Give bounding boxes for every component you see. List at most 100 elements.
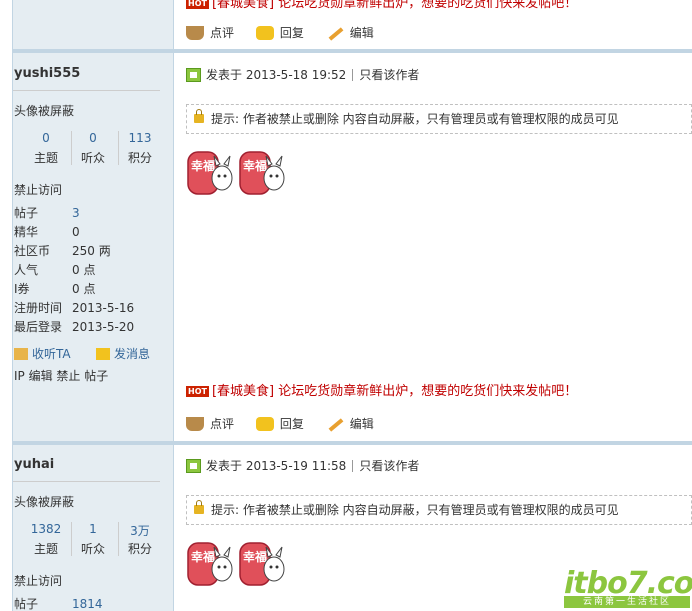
admin-links[interactable]: IP 编辑 禁止 帖子	[14, 367, 108, 386]
field-popularity: 人气 0 点	[14, 261, 95, 280]
field-posts: 帖子 1814	[14, 595, 103, 611]
prev-post-sidebar	[13, 0, 173, 49]
reply-bubble-icon	[255, 417, 274, 431]
author-only-link[interactable]: 只看该作者	[359, 68, 419, 82]
user-group[interactable]: 禁止访问	[14, 572, 62, 591]
edit-button[interactable]: 编辑	[326, 415, 374, 432]
sidebar-divider	[13, 90, 160, 91]
post-time: 发表于 2013-5-18 19:52	[206, 68, 347, 82]
field-coins: 社区币 250 两	[14, 242, 111, 261]
emoji-sticker: 幸福	[187, 151, 233, 195]
stat-threads-value[interactable]: 0	[26, 131, 66, 145]
stat-divider	[71, 522, 72, 556]
hot-link-text[interactable]: [春城美食] 论坛吃货勋章新鲜出炉，想要的吃货们快来发帖吧！	[212, 384, 577, 399]
stat-points-label: 积分	[127, 542, 152, 556]
field-label: 人气	[14, 263, 39, 277]
edit-label[interactable]: 编辑	[350, 417, 374, 431]
hot-link-prev[interactable]: HOT [春城美食] 论坛吃货勋章新鲜出炉，想要的吃货们快来发帖吧！	[186, 0, 577, 11]
field-register-time: 注册时间 2013-5-16	[14, 299, 134, 318]
author-name[interactable]: yuhai	[14, 457, 54, 472]
sticker-text: 幸福	[243, 549, 267, 564]
reply-button[interactable]: 回复	[255, 415, 304, 432]
stat-followers-label: 听众	[80, 151, 105, 165]
blocked-notice: 提示: 作者被禁止或删除 内容自动屏蔽，只有管理员或有管理权限的成员可见	[186, 104, 692, 134]
stat-followers-label: 听众	[80, 542, 105, 556]
field-last-login: 最后登录 2013-5-20	[14, 318, 134, 337]
stat-points-value[interactable]: 3万	[120, 522, 160, 539]
edit-button[interactable]: 编辑	[326, 24, 374, 41]
reply-label[interactable]: 回复	[280, 26, 304, 40]
hot-link[interactable]: HOT [春城美食] 论坛吃货勋章新鲜出炉，想要的吃货们快来发帖吧！	[186, 380, 577, 399]
author-name[interactable]: yushi555	[14, 66, 80, 81]
edit-label[interactable]: 编辑	[350, 26, 374, 40]
forum-thread: HOT [春城美食] 论坛吃货勋章新鲜出炉，想要的吃货们快来发帖吧！ 点评 回复 …	[0, 0, 692, 611]
comment-button[interactable]: 点评	[186, 415, 234, 432]
stat-threads-label: 主题	[33, 151, 58, 165]
pencil-icon	[326, 26, 344, 40]
hot-badge: HOT	[186, 0, 209, 9]
column-divider	[173, 0, 174, 49]
lock-icon	[194, 109, 204, 123]
comment-label[interactable]: 点评	[210, 417, 234, 431]
field-value-link[interactable]: 1814	[72, 597, 103, 611]
stat-points-value[interactable]: 113	[120, 131, 160, 145]
watermark-sub: 云南第一生活社区	[564, 596, 690, 608]
notice-text: 提示: 作者被禁止或删除 内容自动屏蔽，只有管理员或有管理权限的成员可见	[211, 112, 619, 126]
hot-badge: HOT	[186, 386, 209, 397]
author-only-link[interactable]: 只看该作者	[359, 459, 419, 473]
sticker-text: 幸福	[243, 158, 267, 173]
message-button[interactable]: 发消息	[96, 345, 150, 362]
coffee-cup-icon	[186, 26, 204, 40]
sticker-text: 幸福	[191, 158, 215, 173]
emoji-sticker: 幸福	[187, 542, 233, 586]
comment-button[interactable]: 点评	[186, 24, 234, 41]
user-group[interactable]: 禁止访问	[14, 181, 62, 200]
column-divider	[173, 445, 174, 611]
stat-followers-value[interactable]: 0	[73, 131, 113, 145]
field-digest: 精华 0	[14, 223, 80, 242]
message-icon	[96, 348, 110, 360]
stat-divider	[118, 522, 119, 556]
notice-text: 提示: 作者被禁止或删除 内容自动屏蔽，只有管理员或有管理权限的成员可见	[211, 503, 619, 517]
field-label: 帖子	[14, 206, 39, 220]
field-label: I券	[14, 282, 30, 296]
blocked-notice: 提示: 作者被禁止或删除 内容自动屏蔽，只有管理员或有管理权限的成员可见	[186, 495, 692, 525]
reply-bubble-icon	[255, 26, 274, 40]
field-value: 250 两	[72, 244, 111, 258]
meta-divider	[352, 69, 354, 81]
follow-label[interactable]: 收听TA	[32, 347, 71, 361]
sidebar-divider	[13, 481, 160, 482]
stat-divider	[118, 131, 119, 165]
emoji-sticker: 幸福	[239, 542, 285, 586]
post-actions-prev: 点评 回复 编辑	[186, 24, 392, 41]
field-label: 精华	[14, 225, 39, 239]
meta-divider	[352, 460, 354, 472]
follow-button[interactable]: 收听TA	[14, 345, 71, 362]
lock-icon	[194, 500, 204, 514]
field-value-link[interactable]: 3	[72, 206, 80, 220]
field-value: 2013-5-16	[72, 301, 135, 315]
reply-label[interactable]: 回复	[280, 417, 304, 431]
emoji-sticker: 幸福	[239, 151, 285, 195]
avatar-blocked-text: 头像被屏蔽	[14, 104, 75, 118]
field-value: 2013-5-20	[72, 320, 135, 334]
message-label[interactable]: 发消息	[114, 347, 150, 361]
hot-link-text[interactable]: [春城美食] 论坛吃货勋章新鲜出炉，想要的吃货们快来发帖吧！	[212, 0, 577, 11]
column-divider	[173, 53, 174, 441]
field-value: 0 点	[72, 282, 96, 296]
field-posts: 帖子 3	[14, 204, 80, 223]
field-label: 帖子	[14, 597, 39, 611]
stat-followers-value[interactable]: 1	[73, 522, 113, 536]
stat-threads-value[interactable]: 1382	[26, 522, 66, 536]
stat-threads-label: 主题	[33, 542, 58, 556]
coffee-cup-icon	[186, 417, 204, 431]
post-time: 发表于 2013-5-19 11:58	[206, 459, 347, 473]
site-watermark-logo: itbo7.com 云南第一生活社区	[564, 566, 692, 610]
post-status-icon	[186, 68, 201, 82]
post-actions: 点评 回复 编辑	[186, 415, 392, 432]
reply-button[interactable]: 回复	[255, 24, 304, 41]
comment-label[interactable]: 点评	[210, 26, 234, 40]
field-value: 0	[72, 225, 80, 239]
field-label: 社区币	[14, 244, 51, 258]
field-coupons: I券 0 点	[14, 280, 95, 299]
